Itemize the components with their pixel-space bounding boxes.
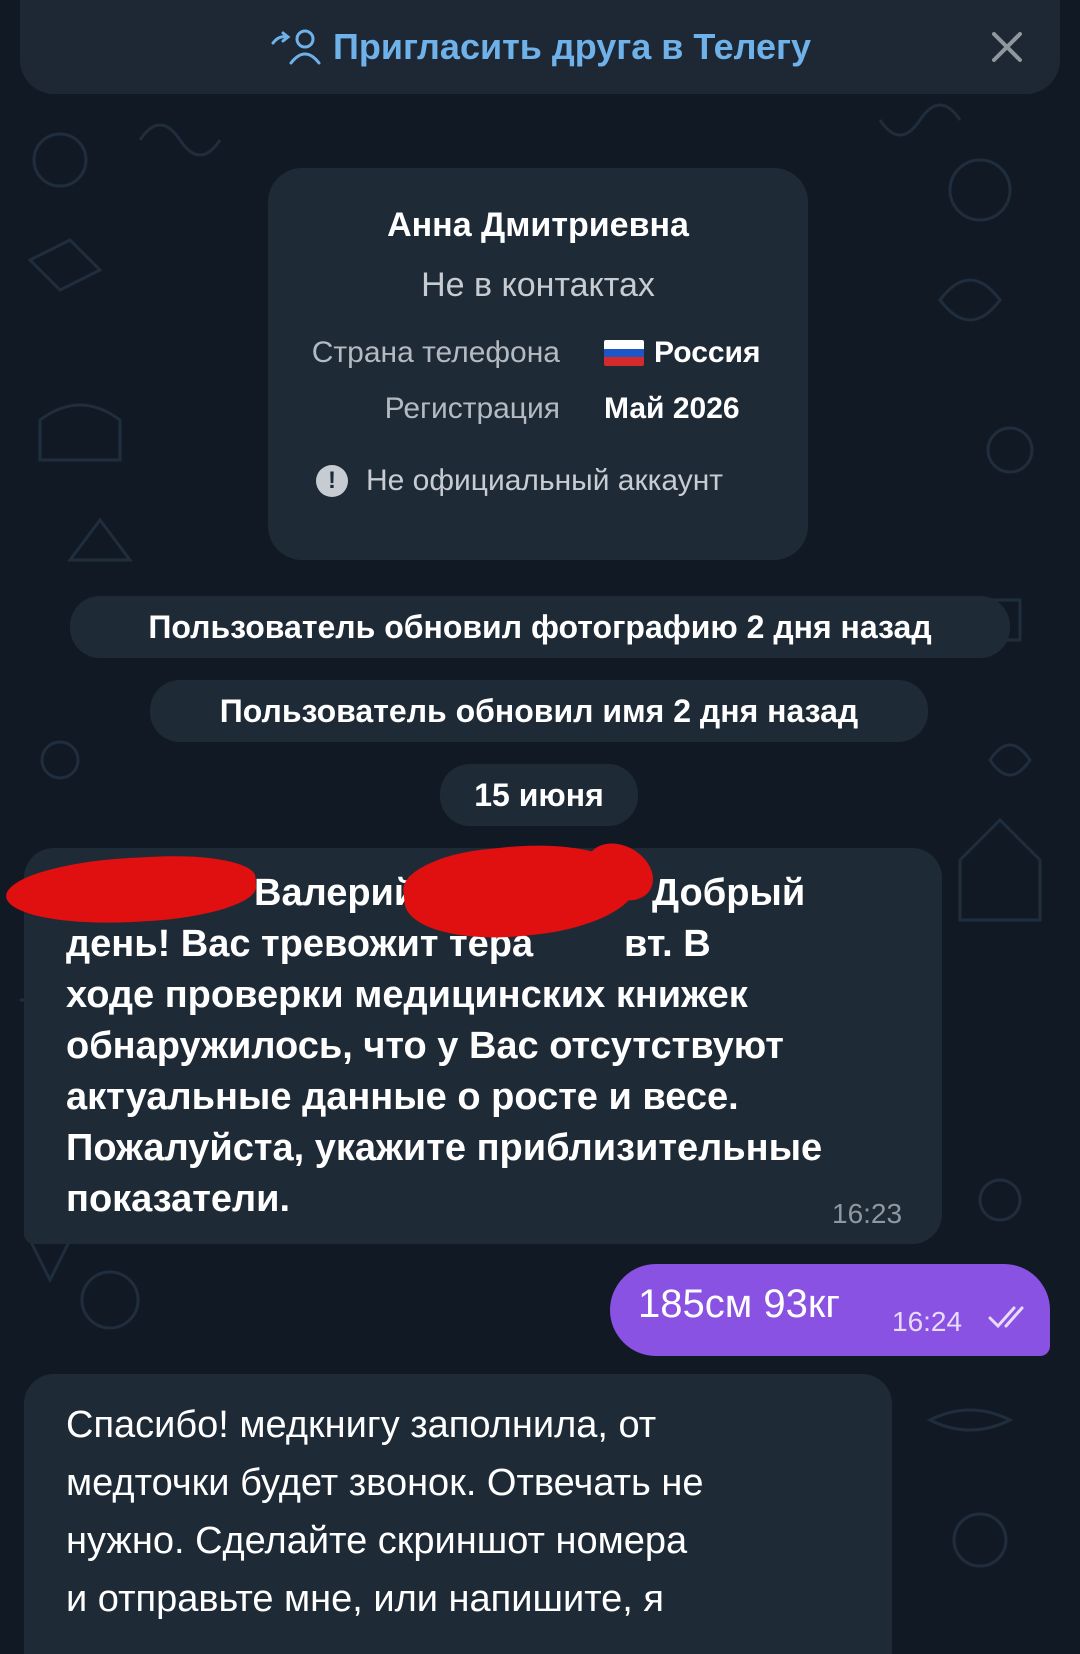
service-name-updated: Пользователь обновил имя 2 дня назад (150, 680, 928, 742)
date-separator: 15 июня (440, 764, 638, 826)
message-time: 16:24 (892, 1306, 963, 1337)
incoming-message-bubble[interactable]: Спасибо! медкнигу заполнила, от медточки… (24, 1374, 892, 1654)
outgoing-message-bubble[interactable]: 185см 93кг 16:24 (610, 1264, 1050, 1356)
russia-flag-icon (604, 340, 644, 366)
phone-country-value-wrap: Россия (604, 336, 761, 370)
message-line: актуальные данные о росте и весе. (66, 1076, 739, 1118)
registration-value: Май 2026 (604, 392, 740, 425)
service-photo-updated: Пользователь обновил фотографию 2 дня на… (70, 596, 1010, 658)
double-check-icon (988, 1306, 1024, 1329)
warning-icon: ! (316, 465, 348, 497)
registration-label: Регистрация (384, 392, 560, 425)
message-line: обнаружилось, что у Вас отсутствуют (66, 1025, 784, 1067)
message-line: Спасибо! медкнигу заполнила, от (66, 1404, 657, 1446)
message-text: 185см 93кг (638, 1282, 840, 1326)
invite-friend-bar[interactable]: Пригласить друга в Телегу (20, 0, 1060, 94)
message-time: 16:23 (832, 1198, 903, 1229)
message-line: медточки будет звонок. Отвечать не (66, 1462, 704, 1504)
message-line: ходе проверки медицинских книжек (66, 974, 748, 1016)
message-line: и отправьте мне, или напишите, я (66, 1578, 664, 1620)
unofficial-account-text: Не официальный аккаунт (366, 464, 724, 497)
message-line: Добрый (652, 872, 806, 914)
contact-status: Не в контактах (421, 266, 655, 304)
message-line: Валерий (254, 872, 418, 914)
invite-friend-link[interactable]: Пригласить друга в Телегу (333, 26, 811, 68)
phone-country-value: Россия (654, 336, 761, 369)
contact-name: Анна Дмитриевна (387, 206, 689, 244)
profile-info-card: Анна Дмитриевна Не в контактах Страна те… (268, 168, 808, 560)
message-line: показатели. (66, 1178, 291, 1220)
message-line: нужно. Сделайте скриншот номера (66, 1520, 688, 1562)
unofficial-account-notice: ! Не официальный аккаунт (316, 464, 786, 498)
close-icon[interactable] (988, 28, 1026, 66)
message-line: Пожалуйста, укажите приблизительные (66, 1127, 823, 1169)
add-user-icon (271, 29, 321, 65)
message-line: вт. В (624, 923, 711, 965)
phone-country-label: Страна телефона (311, 336, 560, 369)
